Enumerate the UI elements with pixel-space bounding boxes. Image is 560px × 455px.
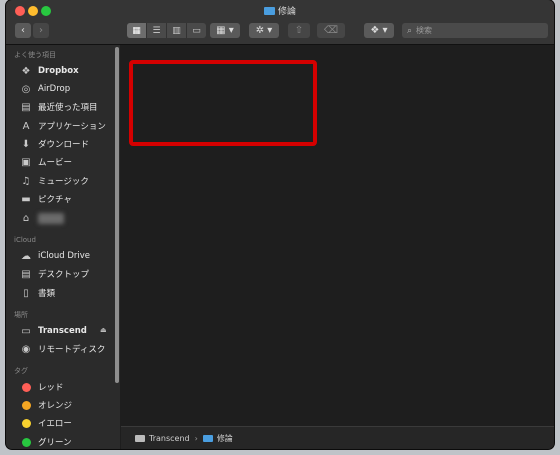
movies-icon: ▣ xyxy=(21,156,31,168)
tags-header: タグ xyxy=(14,367,28,375)
sidebar-item-recents[interactable]: ▤ 最近使った項目 xyxy=(20,99,97,115)
path-bar: Transcend › 修論 xyxy=(121,426,554,449)
view-mode-segmented-control: ▦ ☰ ▥ ▭ xyxy=(127,23,206,38)
sidebar-item-music[interactable]: ♫ ミュージック xyxy=(20,173,89,189)
dropbox-icon: ❖ xyxy=(21,65,31,77)
share-button[interactable]: ⇧ xyxy=(288,23,310,38)
icloud-drive-icon: ☁ xyxy=(21,250,31,262)
search-field[interactable]: ⌕ 検索 xyxy=(402,23,548,38)
yellow-tag-dot-icon xyxy=(22,418,31,428)
path-item-folder[interactable]: 修論 xyxy=(217,433,233,444)
sidebar-item-dropbox[interactable]: ❖ Dropbox xyxy=(20,63,79,79)
orange-tag-dot-icon xyxy=(22,400,31,410)
applications-icon: A xyxy=(22,120,30,132)
window-title: 修論 xyxy=(6,4,554,17)
finder-window: 修論 ‹ › ▦ ☰ ▥ ▭ ▦ ▾ ✲ ▾ ⇧ ⌫ ❖ ▾ ⌕ 検索 よく使う… xyxy=(6,0,554,449)
folder-icon xyxy=(202,435,213,442)
remote-disc-icon: ◉ xyxy=(21,343,31,355)
sidebar-item-tag-orange[interactable]: オレンジ xyxy=(20,397,72,413)
downloads-icon: ⬇ xyxy=(21,138,31,150)
chevron-right-icon: › xyxy=(39,25,43,36)
toolbar: 修論 ‹ › ▦ ☰ ▥ ▭ ▦ ▾ ✲ ▾ ⇧ ⌫ ❖ ▾ ⌕ 検索 xyxy=(6,0,554,45)
action-menu-button[interactable]: ✲ ▾ xyxy=(249,23,279,38)
tag-button[interactable]: ⌫ xyxy=(317,23,345,38)
path-item-drive[interactable]: Transcend xyxy=(149,434,190,443)
back-button[interactable]: ‹ xyxy=(15,23,31,38)
sidebar-item-pictures[interactable]: ▬ ピクチャ xyxy=(20,191,72,207)
gallery-view-button[interactable]: ▭ xyxy=(187,23,206,38)
grid-icon: ▦ xyxy=(132,25,141,36)
favorites-header: よく使う項目 xyxy=(14,51,56,59)
gear-icon: ✲ ▾ xyxy=(255,25,273,36)
recents-icon: ▤ xyxy=(21,101,31,113)
sidebar-item-airdrop[interactable]: ◎ AirDrop xyxy=(20,81,71,97)
list-icon: ☰ xyxy=(152,25,161,36)
sidebar-scrollbar[interactable] xyxy=(115,47,119,383)
sidebar-item-transcend[interactable]: ▭ Transcend xyxy=(20,323,87,339)
sidebar-item-movies[interactable]: ▣ ムービー xyxy=(20,154,72,170)
home-icon: ⌂ xyxy=(22,212,30,224)
airdrop-icon: ◎ xyxy=(21,83,31,95)
chevron-left-icon: ‹ xyxy=(21,25,25,36)
sidebar-item-downloads[interactable]: ⬇ ダウンロード xyxy=(20,136,89,152)
drive-icon xyxy=(135,435,145,442)
icon-view-button[interactable]: ▦ xyxy=(127,23,147,38)
dropbox-icon: ❖ ▾ xyxy=(370,25,388,36)
music-icon: ♫ xyxy=(21,175,31,187)
group-icon: ▦ ▾ xyxy=(216,25,234,36)
sidebar-item-tag-yellow[interactable]: イエロー xyxy=(20,415,72,431)
documents-icon: ▯ xyxy=(23,287,29,299)
sidebar-item-applications[interactable]: A アプリケーション xyxy=(20,118,106,134)
sidebar-item-tag-red[interactable]: レッド xyxy=(20,379,64,395)
locations-header: 場所 xyxy=(14,311,28,319)
columns-icon: ▥ xyxy=(172,25,181,36)
sidebar-item-documents[interactable]: ▯ 書類 xyxy=(20,285,55,301)
list-view-button[interactable]: ☰ xyxy=(147,23,167,38)
file-browser-content[interactable] xyxy=(121,45,554,426)
search-icon: ⌕ xyxy=(407,25,413,36)
green-tag-dot-icon xyxy=(22,437,31,447)
pictures-icon: ▬ xyxy=(21,193,31,205)
search-placeholder: 検索 xyxy=(416,26,433,35)
desktop-icon: ▤ xyxy=(21,268,31,280)
dropbox-menu-button[interactable]: ❖ ▾ xyxy=(364,23,394,38)
highlight-annotation-box xyxy=(129,60,317,146)
share-icon: ⇧ xyxy=(294,25,304,36)
gallery-icon: ▭ xyxy=(192,25,201,36)
path-separator: › xyxy=(194,434,198,443)
folder-icon xyxy=(263,7,275,15)
drive-icon: ▭ xyxy=(21,325,31,337)
group-menu-button[interactable]: ▦ ▾ xyxy=(210,23,240,38)
sidebar-item-icloud-drive[interactable]: ☁ iCloud Drive xyxy=(20,248,90,264)
tag-icon: ⌫ xyxy=(323,25,339,36)
sidebar-item-tag-green[interactable]: グリーン xyxy=(20,434,72,449)
icloud-header: iCloud xyxy=(14,236,36,244)
column-view-button[interactable]: ▥ xyxy=(167,23,187,38)
sidebar-item-remote-disc[interactable]: ◉ リモートディスク xyxy=(20,341,106,357)
sidebar-item-desktop[interactable]: ▤ デスクトップ xyxy=(20,266,89,282)
eject-icon[interactable]: ⏏ xyxy=(100,326,107,334)
sidebar-item-home[interactable]: ⌂ xyxy=(20,210,64,226)
forward-button[interactable]: › xyxy=(33,23,49,38)
sidebar: よく使う項目 ❖ Dropbox ◎ AirDrop ▤ 最近使った項目 A アプリケー… xyxy=(6,45,120,449)
redacted-username xyxy=(38,212,64,224)
red-tag-dot-icon xyxy=(22,382,31,392)
